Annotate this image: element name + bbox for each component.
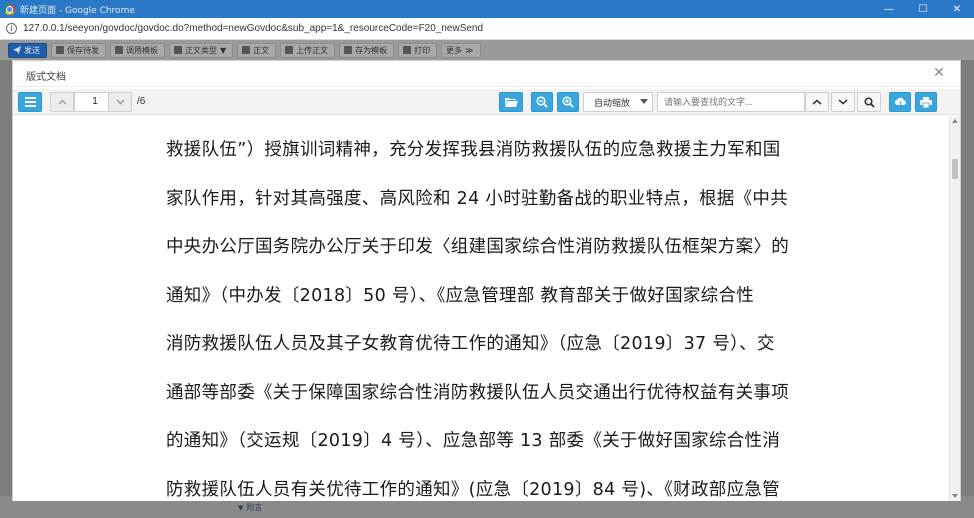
chevron-down-icon [838, 99, 848, 105]
window-controls: — ☐ ✕ [872, 0, 974, 18]
document-line: 中央办公厅国务院办公厅关于印发〈组建国家综合性消防救援队伍框架方案〉的 [166, 237, 789, 257]
caret-down-icon: ▼ [220, 45, 227, 55]
document-line: 通部等部委《关于保障国家综合性消防救援队伍人员交通出行优待权益有关事项 [166, 382, 789, 403]
dialog-title: 版式文档 [26, 72, 66, 83]
minimize-button[interactable]: — [872, 0, 906, 18]
document-body: 救援队伍”）授旗训词精神，充分发挥我县消防救援队伍的应急救援主力军和国 家队作用… [166, 136, 816, 501]
upload-icon [285, 46, 294, 54]
use-template-button[interactable]: 调用模板 [110, 42, 165, 58]
save-draft-button[interactable]: 保存待发 [51, 42, 106, 58]
page-total: /6 [137, 96, 146, 107]
browser-title-bar: 新建页面 - Google Chrome — ☐ ✕ [0, 0, 974, 18]
download-button[interactable] [889, 92, 911, 112]
dialog-header: 版式文档 ✕ [13, 61, 960, 87]
document-line: 家队作用，针对其高强度、高风险和 24 小时驻勤备战的职业特点，根据《中共 [166, 188, 788, 209]
close-icon[interactable]: ✕ [932, 66, 946, 80]
chevron-up-icon [58, 99, 66, 105]
body-button[interactable]: 正文 [237, 42, 277, 58]
site-info-icon[interactable]: i [6, 23, 17, 34]
print-icon [403, 46, 412, 54]
chevron-up-icon [812, 99, 822, 105]
open-file-button[interactable] [499, 92, 523, 112]
find-text-input[interactable] [657, 92, 805, 112]
chrome-icon [4, 3, 15, 15]
list-icon [24, 97, 36, 107]
document-line: 消防救援队伍人员及其子女教育优待工作的通知》（应急〔2019〕37 号）、交 [166, 334, 775, 354]
printer-icon [920, 96, 932, 108]
find-next-button[interactable] [831, 92, 855, 112]
save-icon [56, 46, 64, 54]
scroll-thumb[interactable] [952, 159, 958, 179]
document-scrollbar[interactable] [949, 116, 960, 501]
save-template-icon [344, 46, 353, 54]
document-line: 救援队伍”）授旗训词精神，充分发挥我县消防救援队伍的应急救援主力军和国 [166, 140, 781, 160]
zoom-select[interactable]: 自动缩放 [583, 92, 653, 112]
template-icon [115, 46, 123, 54]
sidebar-toggle-button[interactable] [18, 92, 42, 112]
doc-type-dropdown[interactable]: 正文类型 ▼ [169, 42, 234, 58]
send-button[interactable]: 发送 [8, 42, 47, 58]
close-window-button[interactable]: ✕ [940, 0, 974, 18]
cloud-download-icon [894, 97, 906, 108]
app-toolbar: 发送 保存待发 调用模板 正文类型 ▼ 正文 上传正文 存为模板 打印 更多 ≫ [0, 40, 974, 60]
document-line: 的通知》（交运规〔2019〕4 号）、应急部等 13 部委《关于做好国家综合性消 [166, 431, 781, 451]
send-icon [13, 46, 21, 54]
chevron-down-icon [116, 99, 124, 105]
next-page-button[interactable] [108, 92, 132, 112]
upload-body-button[interactable]: 上传正文 [280, 42, 336, 58]
double-chevron-icon: ≫ [465, 45, 474, 55]
viewer-toolbar: 1 /6 自动缩放 [13, 89, 960, 115]
document-icon [242, 46, 251, 54]
viewer-print-button[interactable] [915, 92, 937, 112]
search-icon [863, 96, 875, 108]
zoom-in-button[interactable] [557, 92, 579, 112]
folder-icon [504, 98, 518, 107]
window-title: 新建页面 - Google Chrome [20, 5, 135, 16]
scroll-up-arrow-icon[interactable] [952, 119, 958, 123]
print-button[interactable]: 打印 [398, 42, 438, 58]
find-button[interactable] [857, 92, 881, 112]
attachment-section[interactable]: ▼ 附言 [238, 502, 262, 513]
save-as-template-button[interactable]: 存为模板 [339, 42, 395, 58]
document-view[interactable]: 救援队伍”）授旗训词精神，充分发挥我县消防救援队伍的应急救援主力军和国 家队作用… [13, 116, 960, 501]
more-button[interactable]: 更多 ≫ [441, 42, 481, 58]
caret-down-icon [640, 99, 648, 104]
find-prev-button[interactable] [805, 92, 829, 112]
scroll-down-arrow-icon[interactable] [952, 494, 958, 498]
prev-page-button[interactable] [50, 92, 74, 112]
document-line: 通知》（中办发〔2018〕50 号）、《应急管理部 教育部关于做好国家综合性 [166, 285, 755, 306]
document-line: 防救援队伍人员有关优待工作的通知》(应急〔2019〕84 号)、《财政部应急管 [166, 479, 780, 500]
address-bar[interactable]: i 127.0.0.1/seeyon/govdoc/govdoc.do?meth… [0, 18, 974, 40]
layout-document-dialog: 版式文档 ✕ 1 /6 自动缩放 请输入要查找的文字... 救援队伍”）授旗训词… [12, 60, 961, 501]
attachment-label: 附言 [246, 503, 263, 512]
chevron-down-icon: ▼ [238, 503, 244, 512]
zoom-out-button[interactable] [531, 92, 553, 112]
doc-type-icon [174, 46, 182, 54]
url-text[interactable]: 127.0.0.1/seeyon/govdoc/govdoc.do?method… [23, 23, 483, 34]
zoom-out-icon [536, 96, 548, 108]
zoom-in-icon [562, 96, 574, 108]
maximize-button[interactable]: ☐ [906, 0, 940, 18]
